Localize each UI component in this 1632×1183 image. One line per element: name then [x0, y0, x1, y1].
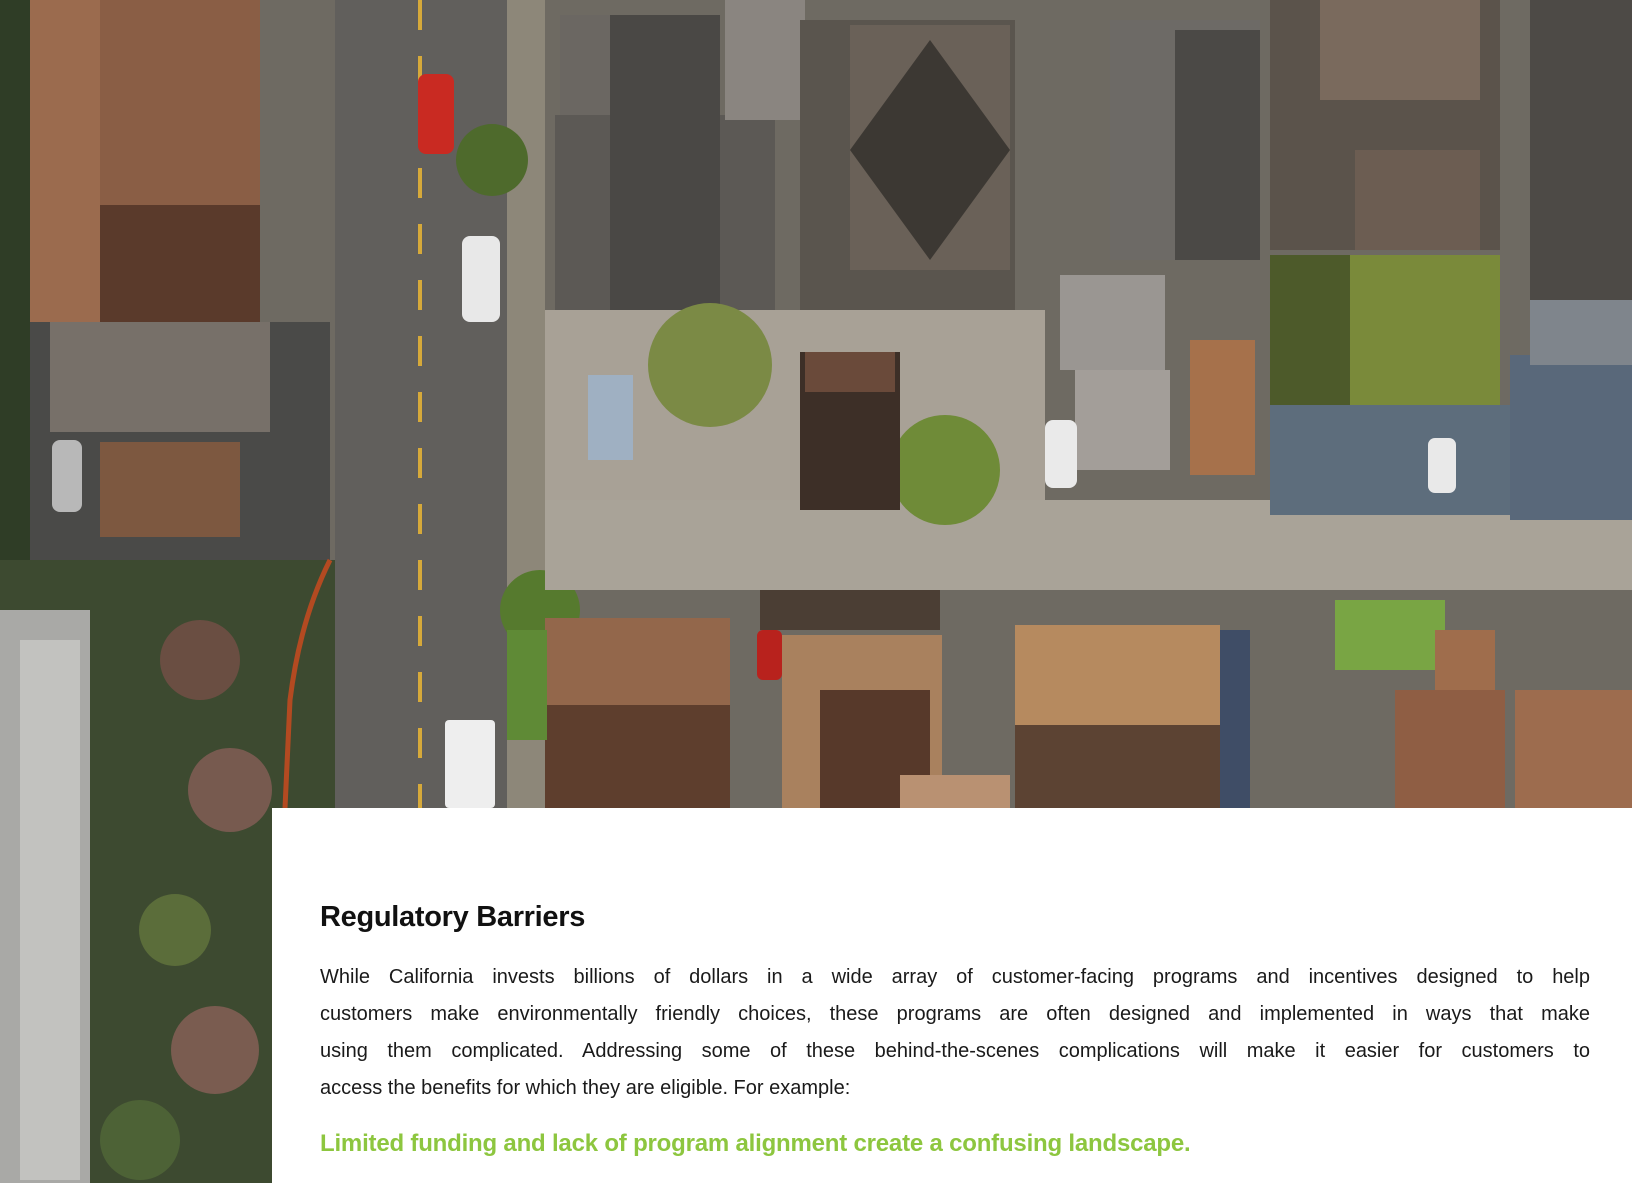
paragraph-line: using them complicated. Addressing some … — [320, 1040, 1590, 1062]
content-panel: Regulatory Barriers While California inv… — [272, 808, 1632, 1183]
paragraph-line: customers make environmentally friendly … — [320, 1003, 1590, 1025]
section-heading: Regulatory Barriers — [320, 901, 586, 933]
callout-text: Limited funding and lack of program alig… — [320, 1130, 1191, 1157]
body-paragraph: While California invests billions of dol… — [320, 959, 1590, 1107]
paragraph-line: access the benefits for which they are e… — [320, 1077, 851, 1099]
paragraph-line: While California invests billions of dol… — [320, 966, 1590, 988]
